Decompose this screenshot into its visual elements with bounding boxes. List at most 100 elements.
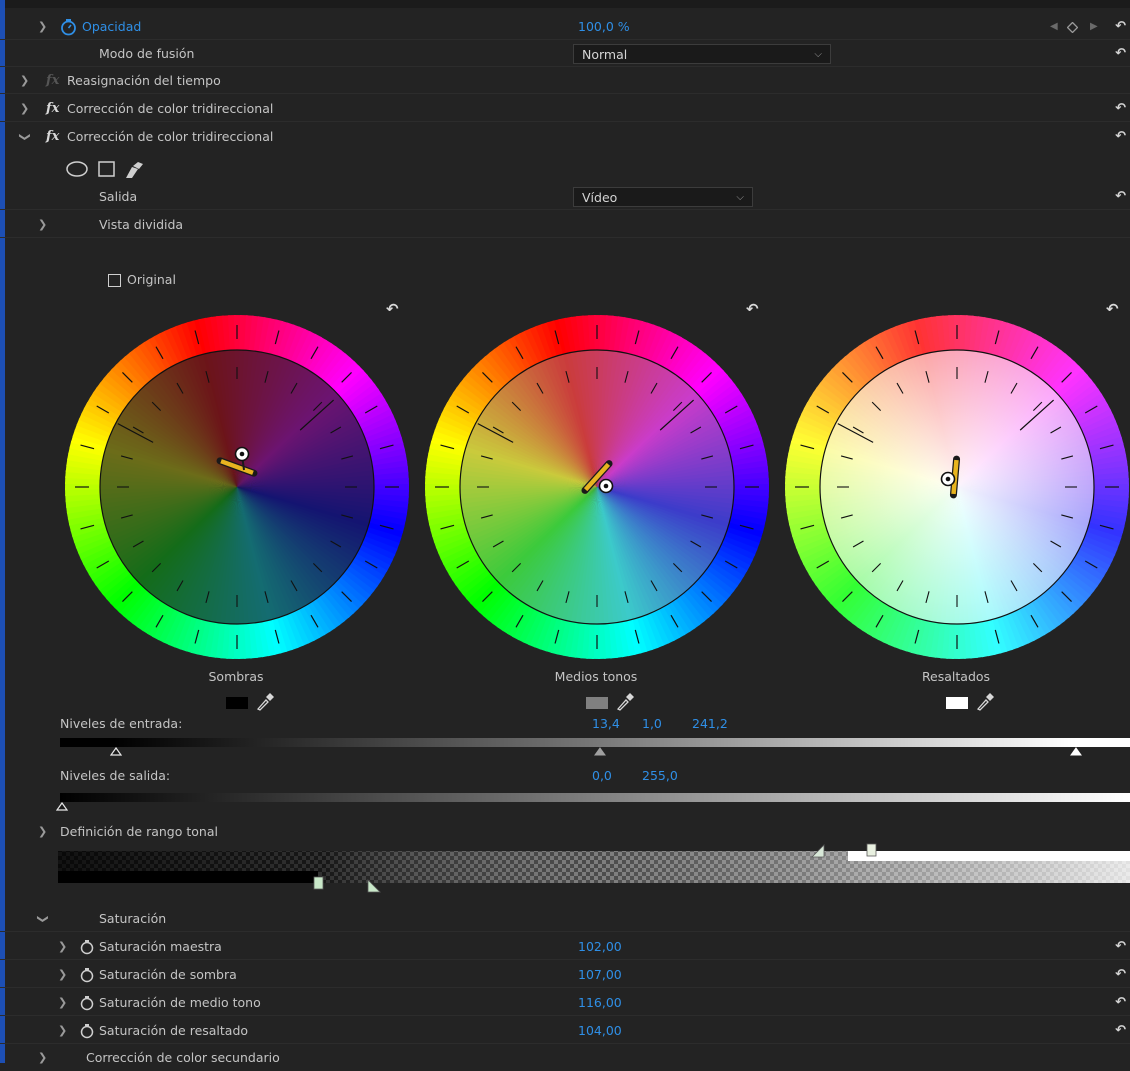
chevron-right-icon[interactable]: ❯ [38,212,47,238]
row-divider [0,93,1130,94]
wheel-inner-tint [460,350,734,624]
wheel-inner-tint [100,350,374,624]
eyedropper-icon[interactable] [975,692,995,712]
row-divider [0,237,1130,238]
input-white-value[interactable]: 241,2 [692,716,728,731]
reset-icon[interactable]: ↶ [1115,962,1126,988]
saturation-item-value[interactable]: 107,00 [578,962,622,988]
pen-mask-icon[interactable] [126,162,143,178]
saturation-item-value[interactable]: 116,00 [578,990,622,1016]
wheel-center-point[interactable] [234,446,250,462]
input-black-handle[interactable] [110,747,122,757]
wheel-center-point[interactable] [940,471,956,487]
reset-icon[interactable]: ↶ [1115,41,1126,67]
original-label: Original [127,272,176,287]
wheel-center-point[interactable] [598,478,614,494]
output-black-value[interactable]: 0,0 [592,768,612,783]
output-white-value[interactable]: 255,0 [642,768,678,783]
split-view-label: Vista dividida [99,217,184,232]
highlight-threshold-handle[interactable] [866,843,877,857]
midtones-label: Medios tonos [554,669,638,684]
row-blend-mode: Modo de fusión Normal ⌵ ↶ [0,41,1130,67]
blend-mode-dropdown[interactable]: Normal ⌵ [573,44,831,64]
add-keyframe-icon[interactable] [1067,22,1078,33]
row-divider [0,39,1130,40]
chevron-right-icon[interactable]: ❯ [20,96,29,122]
row-split-view[interactable]: ❯ Vista dividida [0,212,1130,238]
rectangle-mask-icon[interactable] [98,161,115,177]
output-levels-ramp[interactable] [60,793,1130,802]
shadows-color-wheel[interactable] [65,315,409,659]
opacity-value[interactable]: 100,0 % [578,14,630,40]
row-saturation-item[interactable]: ❯ Saturación de sombra 107,00 ↶ [0,962,1130,988]
row-mask-tools [0,155,1130,181]
output-value: Vídeo [582,190,618,205]
saturation-item-label: Saturación de resaltado [99,1023,249,1038]
blend-mode-value: Normal [582,47,628,62]
highlights-color-wheel[interactable] [785,315,1129,659]
input-levels-ramp[interactable] [60,738,1130,747]
saturation-item-value[interactable]: 102,00 [578,934,622,960]
row-saturation-item[interactable]: ❯ Saturación de medio tono 116,00 ↶ [0,990,1130,1016]
row-secondary-color-correction[interactable]: ❯ Corrección de color secundario [0,1045,1130,1071]
saturation-item-label: Saturación maestra [99,939,222,954]
input-gamma-handle[interactable] [594,747,606,757]
input-gamma-value[interactable]: 1,0 [642,716,662,731]
chevron-right-icon[interactable]: ❯ [58,934,67,960]
secondary-label: Corrección de color secundario [86,1050,280,1065]
row-saturation-item[interactable]: ❯ Saturación maestra 102,00 ↶ [0,934,1130,960]
chevron-down-icon[interactable]: ❯ [30,914,56,923]
row-time-remapping[interactable]: ❯ fx Reasignación del tiempo [0,68,1130,94]
row-effect-three-way-2[interactable]: ❯ fx Corrección de color tridireccional … [0,124,1130,150]
shadows-swatch[interactable] [226,697,248,709]
stopwatch-icon[interactable] [60,18,77,36]
ellipse-mask-icon[interactable] [66,161,88,177]
row-effect-three-way-1[interactable]: ❯ fx Corrección de color tridireccional … [0,96,1130,122]
row-saturation-group[interactable]: ❯ Saturación [0,906,1130,932]
chevron-right-icon[interactable]: ❯ [38,819,47,845]
midtones-color-wheel[interactable] [425,315,769,659]
stopwatch-icon[interactable] [80,1023,94,1039]
midtones-swatch[interactable] [586,697,608,709]
tonal-range-control[interactable] [58,840,1130,898]
reset-icon[interactable]: ↶ [1115,1018,1126,1044]
chevron-right-icon[interactable]: ❯ [20,68,29,94]
reset-icon[interactable]: ↶ [1115,124,1126,150]
chevron-down-icon[interactable]: ❯ [12,132,38,141]
chevron-right-icon[interactable]: ❯ [38,1045,47,1071]
stopwatch-icon[interactable] [80,967,94,983]
stopwatch-icon[interactable] [80,939,94,955]
output-label: Salida [99,189,138,204]
fx-icon[interactable]: fx [46,96,59,122]
next-keyframe-icon[interactable]: ▶ [1090,14,1098,40]
reset-icon[interactable]: ↶ [1115,184,1126,210]
chevron-right-icon[interactable]: ❯ [58,962,67,988]
eyedropper-icon[interactable] [255,692,275,712]
row-divider [0,1015,1130,1016]
input-black-value[interactable]: 13,4 [592,716,620,731]
fx-icon[interactable]: fx [46,68,59,94]
output-black-handle[interactable] [56,802,68,812]
reset-icon[interactable]: ↶ [1115,96,1126,122]
row-opacity[interactable]: ❯ Opacidad 100,0 % ◀ ▶ ↶ [0,14,1130,40]
color-wheels [65,315,1129,659]
row-divider [0,931,1130,932]
chevron-right-icon[interactable]: ❯ [58,1018,67,1044]
saturation-item-value[interactable]: 104,00 [578,1018,622,1044]
eyedropper-icon[interactable] [615,692,635,712]
reset-icon[interactable]: ↶ [1115,990,1126,1016]
fx-icon[interactable]: fx [46,124,59,150]
output-dropdown[interactable]: Vídeo ⌵ [573,187,753,207]
original-checkbox[interactable] [108,274,121,287]
effect-name: Corrección de color tridireccional [67,101,274,116]
prev-keyframe-icon[interactable]: ◀ [1050,14,1058,40]
shadow-threshold-handle[interactable] [313,876,324,890]
row-saturation-item[interactable]: ❯ Saturación de resaltado 104,00 ↶ [0,1018,1130,1044]
stopwatch-icon[interactable] [80,995,94,1011]
chevron-right-icon[interactable]: ❯ [38,14,47,40]
reset-icon[interactable]: ↶ [1115,934,1126,960]
reset-icon[interactable]: ↶ [1115,14,1126,40]
chevron-right-icon[interactable]: ❯ [58,990,67,1016]
highlights-swatch[interactable] [946,697,968,709]
input-white-handle[interactable] [1070,747,1082,757]
